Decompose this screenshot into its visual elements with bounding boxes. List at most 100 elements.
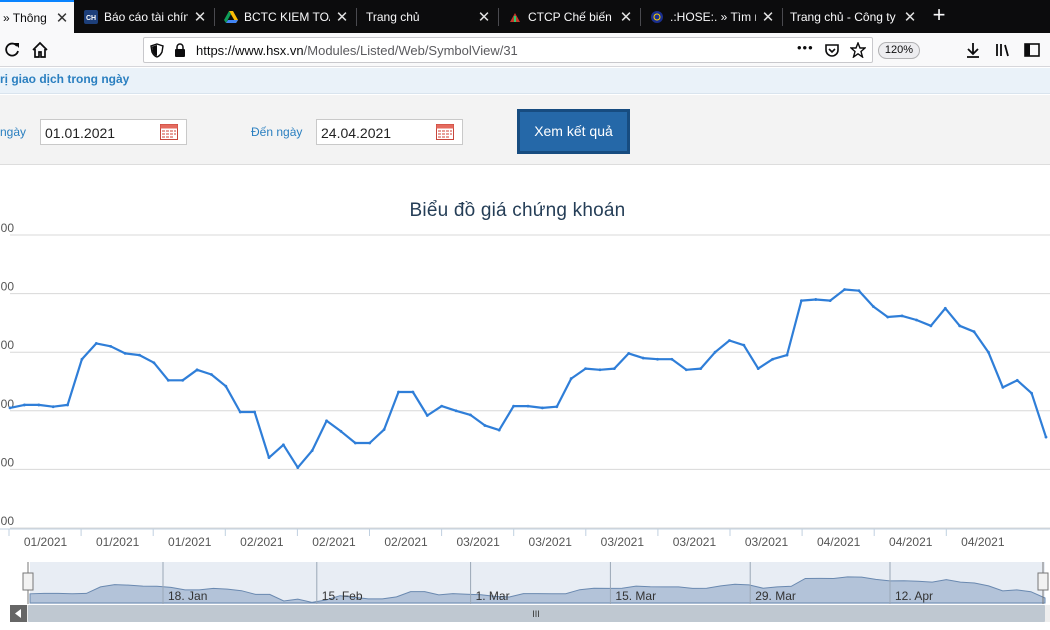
navigator-date-label: 15. Mar (615, 589, 656, 603)
data-point (1044, 435, 1048, 439)
data-point (555, 405, 559, 409)
data-point (339, 429, 343, 433)
scrollbar-grip-icon: III (532, 609, 540, 619)
data-point (670, 357, 674, 361)
navigator-date-label: 18. Jan (168, 589, 207, 603)
data-point (368, 441, 372, 445)
y-tick-label: 00 (1, 338, 15, 352)
data-point (1030, 391, 1034, 395)
data-point (857, 289, 861, 293)
data-point (915, 318, 918, 322)
chart-grid (10, 234, 1050, 529)
data-point (972, 330, 976, 334)
x-tick-label: 04/2021 (889, 535, 933, 549)
data-point (756, 367, 760, 371)
x-tick-label: 02/2021 (312, 535, 356, 549)
price-series-line (9, 288, 1048, 469)
data-point (37, 403, 41, 407)
data-point (210, 373, 213, 376)
navigator[interactable]: 18. Jan 15. Feb 1. Mar 15. Mar 29. Mar 12. Ap… (22, 562, 1049, 604)
navigator-left-handle[interactable] (22, 572, 34, 591)
x-tick-label: 03/2021 (745, 535, 789, 549)
x-tick-label: 02/2021 (240, 535, 284, 549)
x-tick-label: 03/2021 (456, 535, 500, 549)
price-series-points (8, 288, 1048, 470)
data-point (598, 368, 602, 372)
data-point (51, 405, 55, 409)
data-point (267, 456, 271, 460)
data-point (512, 404, 516, 408)
x-tick-label: 02/2021 (384, 535, 428, 549)
data-point (397, 390, 400, 394)
navigator-date-label: 12. Apr (895, 589, 933, 603)
x-tick-label: 01/2021 (24, 535, 68, 549)
data-point (382, 428, 386, 431)
y-tick-label: 00 (1, 280, 15, 294)
data-point (799, 299, 803, 303)
price-chart: 00 00 00 00 00 00 01/2021 01/2021 01/2021 02/202… (0, 221, 1050, 622)
data-point (641, 356, 645, 360)
data-point (353, 441, 357, 445)
data-point (1015, 378, 1019, 382)
data-point (828, 299, 832, 303)
data-point (656, 357, 659, 361)
x-axis-ticks: 01/2021 01/2021 01/2021 02/2021 02/2021 02/20… (0, 528, 1050, 549)
data-point (80, 357, 84, 361)
x-tick-label: 03/2021 (673, 535, 717, 549)
data-point (900, 314, 904, 318)
data-point (310, 449, 314, 453)
y-tick-label: 00 (1, 397, 15, 411)
data-point (728, 339, 731, 342)
navigator-date-label: 1. Mar (476, 589, 510, 603)
data-point (526, 404, 530, 408)
data-point (152, 361, 156, 365)
data-point (253, 410, 257, 414)
data-point (886, 315, 890, 319)
data-point (281, 443, 285, 447)
data-point (454, 409, 458, 413)
data-point (540, 406, 544, 410)
data-point (123, 351, 127, 355)
data-point (469, 413, 472, 417)
data-point (742, 343, 746, 347)
data-point (22, 403, 26, 407)
data-point (94, 342, 98, 345)
data-point (166, 378, 170, 382)
data-point (138, 353, 141, 357)
data-point (713, 350, 717, 354)
data-point (1001, 385, 1005, 389)
navigator-date-label: 29. Mar (755, 589, 796, 603)
data-point (612, 367, 616, 371)
data-point (440, 404, 444, 408)
y-tick-label: 00 (1, 514, 15, 528)
data-point (425, 414, 429, 417)
y-tick-label: 00 (1, 221, 15, 235)
data-point (181, 378, 185, 382)
data-point (497, 428, 501, 432)
data-point (569, 377, 573, 380)
data-point (584, 367, 587, 371)
navigator-date-label: 15. Feb (322, 589, 363, 603)
data-point (66, 403, 69, 407)
data-point (987, 350, 990, 354)
data-point (195, 368, 199, 372)
data-point (325, 419, 328, 423)
data-point (296, 466, 300, 470)
y-axis-ticks: 00 00 00 00 00 00 (1, 221, 15, 528)
data-point (684, 368, 688, 372)
x-tick-label: 03/2021 (601, 535, 645, 549)
x-tick-label: 01/2021 (168, 535, 212, 549)
x-tick-label: 01/2021 (96, 535, 140, 549)
data-point (8, 406, 12, 410)
data-point (627, 351, 631, 355)
navigator-scrollbar[interactable]: III (10, 605, 1050, 622)
data-point (843, 288, 846, 291)
navigator-right-handle[interactable] (1037, 572, 1049, 591)
data-point (224, 384, 228, 388)
data-point (943, 306, 947, 310)
data-point (871, 305, 875, 308)
x-tick-label: 04/2021 (817, 535, 861, 549)
data-point (785, 353, 789, 357)
data-point (238, 410, 242, 414)
x-tick-label: 04/2021 (961, 535, 1005, 549)
